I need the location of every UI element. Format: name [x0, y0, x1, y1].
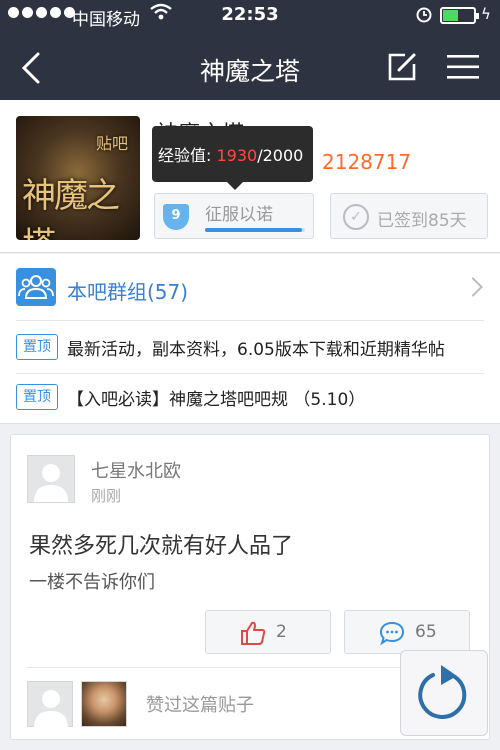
pinned-tag: 置顶: [16, 334, 58, 360]
forum-group-link[interactable]: 本吧群组(57): [0, 254, 500, 320]
sticky-post-title: 最新活动，副本资料，6.05版本下载和近期精华帖: [67, 340, 445, 360]
experience-current: 1930: [216, 146, 258, 165]
tooltip-arrow: [227, 182, 243, 190]
divider: [16, 320, 484, 321]
sticky-post[interactable]: 置顶 【入吧必读】神魔之塔吧吧规 （5.10）: [0, 372, 500, 424]
edit-post-button[interactable]: [385, 50, 419, 84]
checkmark-icon: ✓: [343, 204, 369, 230]
page-title: 神魔之塔: [199, 57, 300, 86]
sticky-post-title: 【入吧必读】神魔之塔吧吧规 （5.10）: [67, 390, 366, 410]
level-title: 征服以诺: [205, 205, 273, 225]
sticky-post[interactable]: 置顶 最新活动，副本资料，6.05版本下载和近期精华帖: [0, 322, 500, 374]
reply-button[interactable]: 65: [344, 610, 470, 654]
author-avatar[interactable]: [27, 455, 75, 503]
like-button[interactable]: 2: [205, 610, 331, 654]
chevron-right-icon: [463, 277, 483, 297]
charging-icon: ϟ: [481, 5, 491, 23]
member-level[interactable]: 9 征服以诺: [154, 193, 314, 239]
like-count: 2: [276, 622, 287, 642]
group-label: 本吧群组(57): [67, 280, 189, 304]
sign-in-label: 已签到85天: [377, 211, 467, 231]
liked-by-text: 赞过这篇贴子: [146, 695, 254, 716]
logo-badge-text: 贴吧: [96, 134, 129, 153]
level-badge-icon: 9: [163, 204, 189, 230]
experience-progress-bar: [205, 228, 305, 232]
post-title[interactable]: 果然多死几次就有好人品了: [29, 528, 293, 560]
thumbs-up-icon: [241, 621, 266, 645]
experience-max: 2000: [262, 146, 304, 165]
alarm-icon: [416, 7, 432, 23]
sign-in-button[interactable]: ✓ 已签到85天: [330, 193, 488, 239]
group-icon: [16, 268, 56, 306]
menu-button[interactable]: [445, 52, 481, 82]
reply-count: 65: [415, 622, 437, 642]
forum-info-card: 本吧群组(57) 置顶 最新活动，副本资料，6.05版本下载和近期精华帖 置顶 …: [0, 254, 500, 424]
liker-avatar[interactable]: [81, 681, 127, 727]
default-avatar-icon: [34, 464, 68, 502]
post-author[interactable]: 七星水北欧: [91, 457, 181, 483]
status-bar: 中国移动 22:53 ϟ: [0, 0, 500, 33]
post-body: 一楼不告诉你们: [29, 572, 155, 593]
logo-main-text: 神魔之塔: [22, 176, 120, 240]
default-avatar-icon: [34, 690, 68, 728]
forum-logo[interactable]: 贴吧 神魔之塔: [16, 116, 140, 240]
pinned-tag: 置顶: [16, 384, 58, 410]
top-bar: 中国移动 22:53 ϟ 神魔之塔: [0, 0, 500, 100]
refresh-icon: [418, 665, 467, 719]
experience-tooltip: 经验值: 1930/2000: [152, 126, 313, 190]
experience-label: 经验值:: [158, 146, 212, 165]
refresh-button[interactable]: [400, 650, 488, 736]
post-time: 刚刚: [91, 487, 122, 505]
liker-avatar[interactable]: [27, 681, 73, 728]
comment-icon: [379, 621, 405, 646]
experience-progress-fill: [205, 228, 302, 232]
post-count: 2128717: [322, 150, 412, 174]
battery-icon: [440, 7, 479, 24]
